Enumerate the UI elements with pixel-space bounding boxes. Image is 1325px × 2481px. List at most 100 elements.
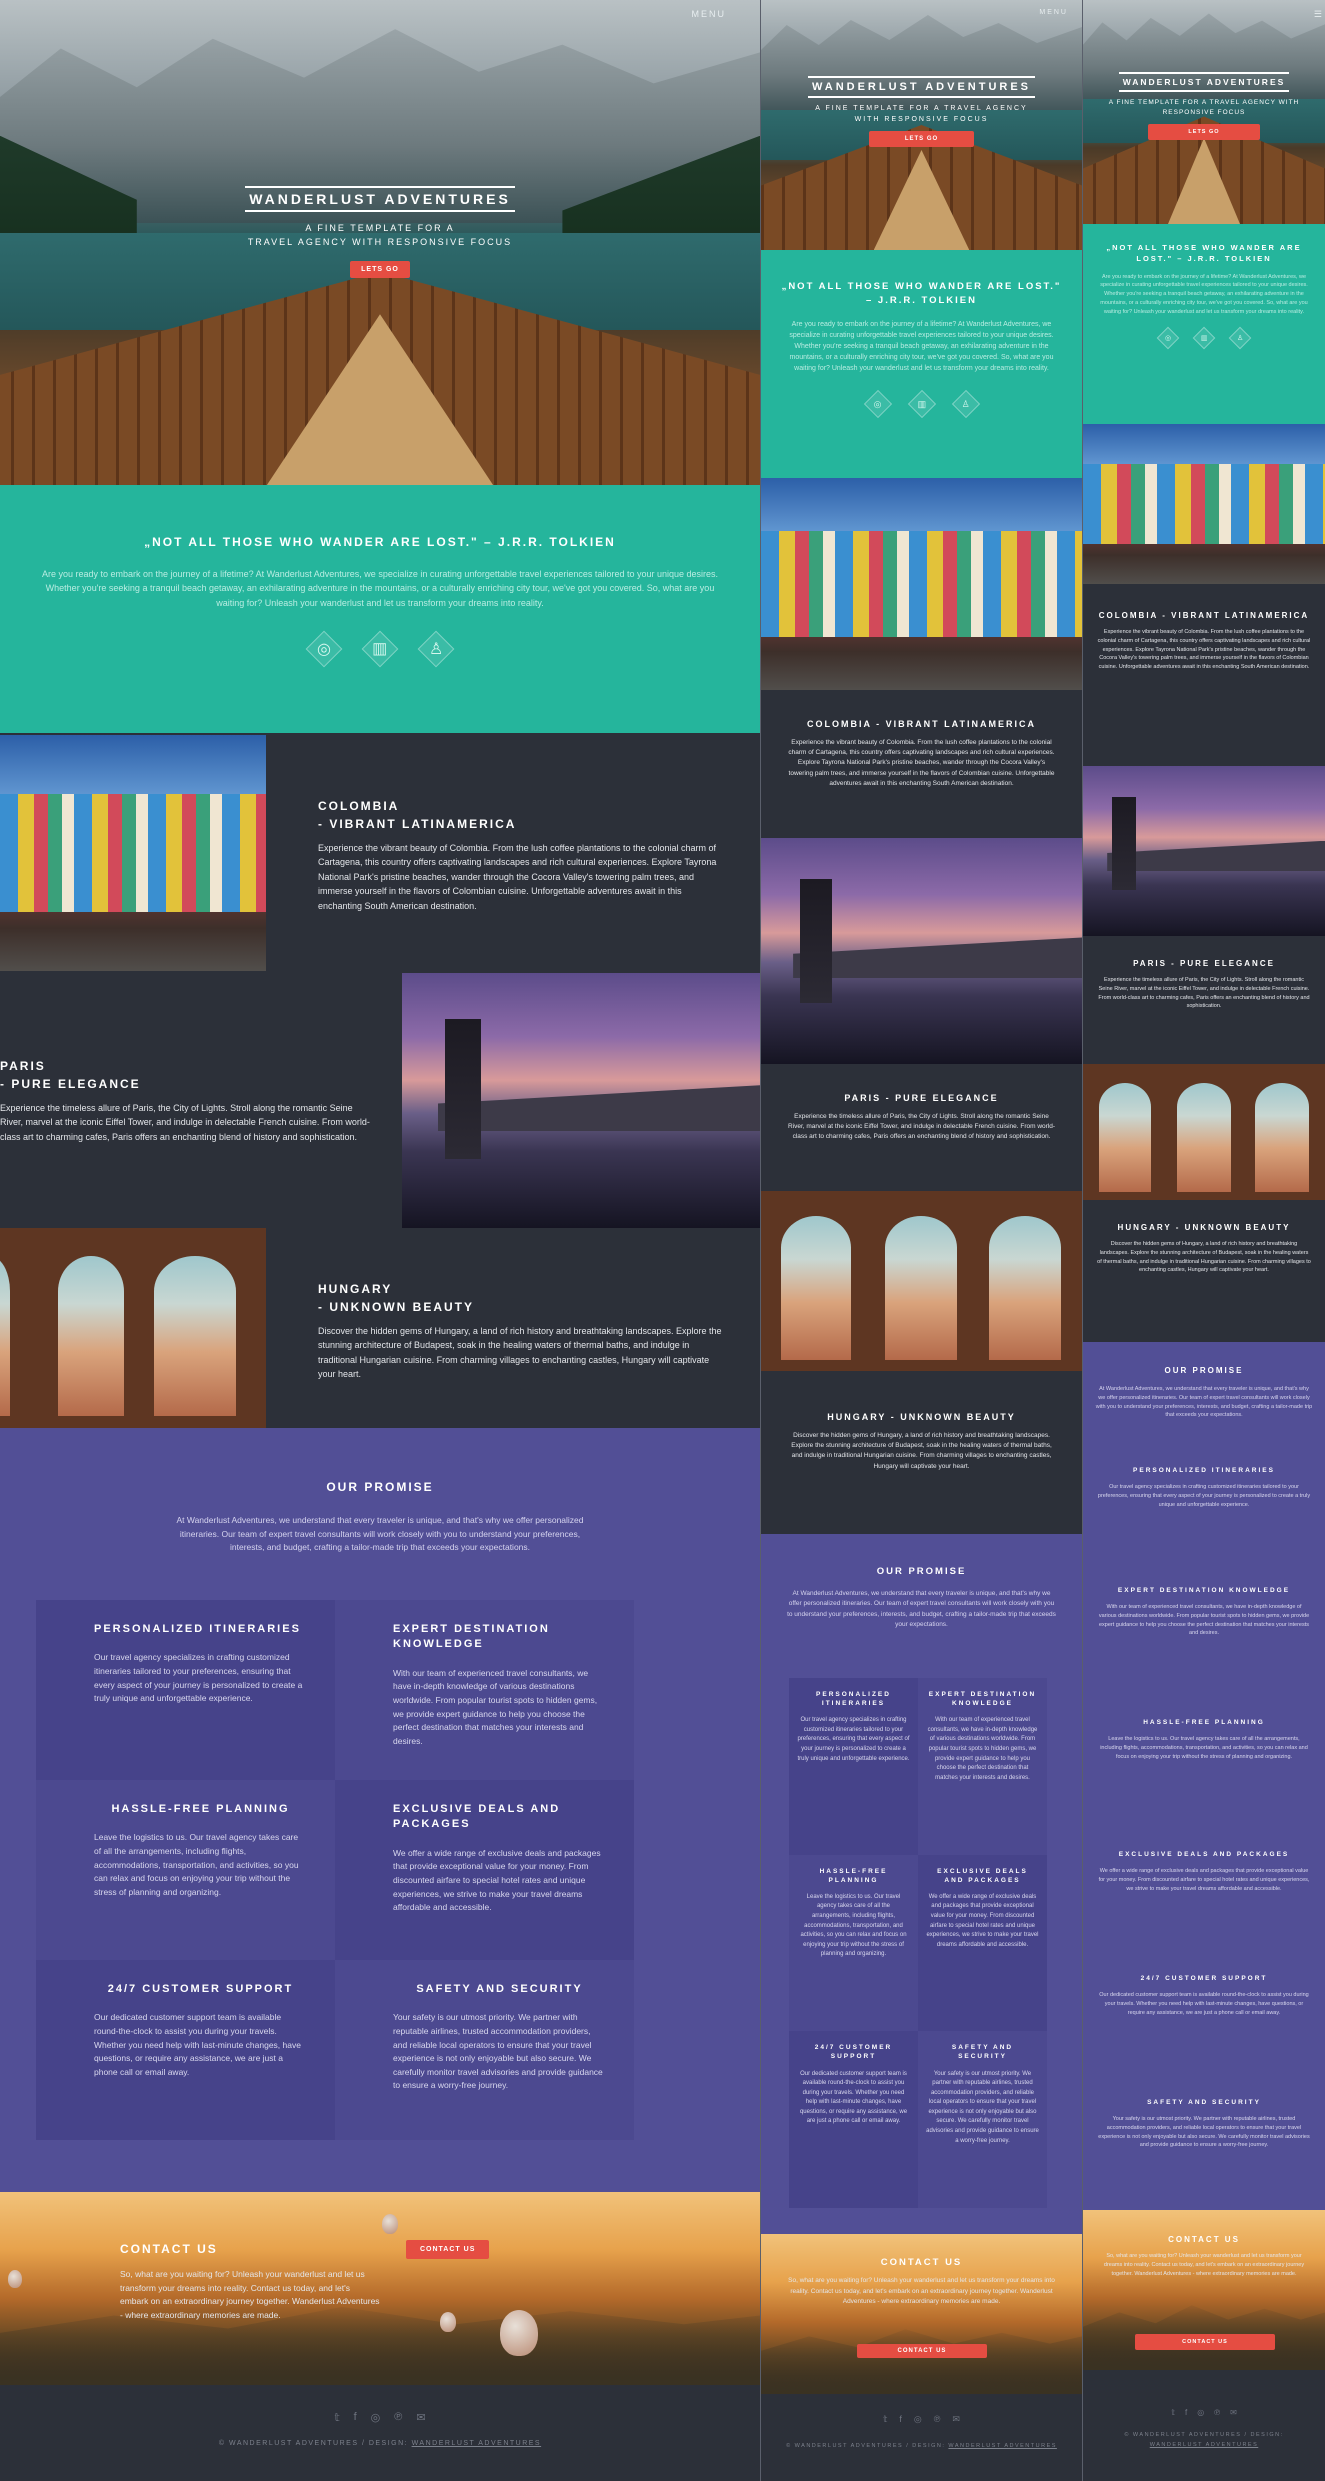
lets-go-button[interactable]: LETS GO [350, 261, 410, 278]
paris-image [402, 973, 760, 1228]
feature-text: We offer a wide range of exclusive deals… [926, 1893, 1039, 1948]
credit-link[interactable]: WANDERLUST ADVENTURES [948, 2443, 1057, 2449]
twitter-icon[interactable]: 𝕥 [883, 2414, 887, 2425]
feature-card: HASSLE-FREE PLANNING Leave the logistics … [36, 1780, 335, 1960]
pinterest-icon[interactable]: ℗ [1214, 2408, 1220, 2417]
promise-section: OUR PROMISE At Wanderlust Adventures, we… [761, 1534, 1082, 2234]
pinterest-icon[interactable]: ℗ [934, 2414, 941, 2425]
destination-text: Discover the hidden gems of Hungary, a l… [1097, 1241, 1311, 1274]
contact-text: So, what are you waiting for? Unleash yo… [120, 2269, 380, 2320]
colombia-image [761, 478, 1082, 690]
hamburger-menu-icon[interactable]: ☰ [1314, 9, 1322, 20]
instagram-icon[interactable]: ◎ [371, 2411, 381, 2424]
destination-paris: PARIS - PURE ELEGANCE Experience the tim… [0, 973, 760, 1228]
feature-card: EXCLUSIVE DEALS AND PACKAGES We offer a w… [1097, 1850, 1311, 1974]
window-arch [154, 1256, 236, 1416]
credit-link[interactable]: WANDERLUST ADVENTURES [1150, 2442, 1259, 2448]
credit-link[interactable]: WANDERLUST ADVENTURES [412, 2440, 542, 2447]
destination-text: Experience the timeless allure of Paris,… [787, 1112, 1056, 1141]
contact-us-button[interactable]: CONTACT US [1135, 2334, 1275, 2350]
destination-title: PARIS - PURE ELEGANCE [0, 1057, 370, 1093]
copyright-text: © WANDERLUST ADVENTURES / DESIGN: [786, 2443, 946, 2449]
feature-card: 24/7 CUSTOMER SUPPORT Our dedicated custo… [36, 1960, 335, 2140]
balloon-image [382, 2214, 398, 2234]
lets-go-button[interactable]: LETS GO [1148, 123, 1260, 140]
feature-text: Our travel agency specializes in craftin… [1097, 1484, 1311, 1508]
traveler-icon: ♙ [1228, 327, 1252, 350]
feature-text: With our team of experienced travel cons… [393, 1667, 598, 1746]
destination-colombia: COLOMBIA - VIBRANT LATINAMERICA Experien… [1083, 424, 1325, 766]
map-icon: ▥ [907, 390, 936, 419]
colombia-image [0, 735, 266, 971]
feature-card: PERSONALIZED ITINERARIES Our travel agenc… [1097, 1466, 1311, 1586]
window-arch [58, 1256, 124, 1416]
menu-button[interactable]: MENU [1039, 9, 1068, 16]
facebook-icon[interactable]: f [1185, 2408, 1187, 2417]
copyright-text: © WANDERLUST ADVENTURES / DESIGN: [1124, 2432, 1284, 2438]
lets-go-button[interactable]: LETS GO [868, 131, 975, 147]
destination-hungary: HUNGARY - UNKNOWN BEAUTY Discover the hi… [761, 1191, 1082, 1534]
twitter-icon[interactable]: 𝕥 [334, 2411, 339, 2424]
feature-text: Our travel agency specializes in craftin… [797, 1717, 910, 1762]
window-arch [989, 1216, 1061, 1361]
feature-title: HASSLE-FREE PLANNING [1143, 1719, 1265, 1726]
destination-title: COLOMBIA - VIBRANT LATINAMERICA [1098, 611, 1310, 620]
email-icon[interactable]: ✉ [416, 2411, 425, 2424]
feature-card: EXCLUSIVE DEALS AND PACKAGES We offer a w… [918, 1854, 1047, 2032]
promise-title: OUR PROMISE [1164, 1366, 1244, 1375]
feature-title: SAFETY AND SECURITY [951, 2044, 1014, 2061]
feature-card: EXCLUSIVE DEALS AND PACKAGES We offer a w… [335, 1780, 634, 1960]
feature-title: PERSONALIZED ITINERARIES [1133, 1467, 1275, 1474]
twitter-icon[interactable]: 𝕥 [1171, 2408, 1175, 2417]
feature-card: PERSONALIZED ITINERARIES Our travel agenc… [789, 1678, 918, 1855]
promise-section: OUR PROMISE At Wanderlust Adventures, we… [1083, 1342, 1325, 2210]
hero-title: WANDERLUST ADVENTURES [1118, 72, 1290, 92]
feature-title: SAFETY AND SECURITY [416, 1983, 583, 1995]
hero-subtitle: A FINE TEMPLATE FOR A TRAVEL AGENCY WITH… [815, 105, 1028, 123]
facebook-icon[interactable]: f [899, 2414, 902, 2425]
promise-text: At Wanderlust Adventures, we understand … [1095, 1386, 1313, 1419]
intro-section: „NOT ALL THOSE WHO WANDER ARE LOST." – J… [1083, 224, 1325, 424]
email-icon[interactable]: ✉ [952, 2414, 960, 2425]
feature-text: Your safety is our utmost priority. We p… [1098, 2116, 1310, 2149]
feature-card: PERSONALIZED ITINERARIES Our travel agenc… [36, 1600, 335, 1780]
feature-card: SAFETY AND SECURITY Your safety is our ut… [335, 1960, 634, 2140]
feature-title: EXCLUSIVE DEALS AND PACKAGES [1118, 1851, 1290, 1858]
feature-text: With our team of experienced travel cons… [1098, 1604, 1310, 1637]
intro-quote: „NOT ALL THOSE WHO WANDER ARE LOST." – J… [1106, 243, 1302, 264]
mobile-view: ☰ WANDERLUST ADVENTURES A FINE TEMPLATE … [1083, 0, 1325, 2481]
hero-subtitle: A FINE TEMPLATE FOR A TRAVEL AGENCY WITH… [0, 222, 760, 249]
window-arch [1255, 1083, 1309, 1192]
map-icon: ▥ [361, 630, 399, 668]
pinterest-icon[interactable]: ℗ [394, 2411, 402, 2424]
feature-card: HASSLE-FREE PLANNING Leave the logistics … [1097, 1718, 1311, 1850]
feature-title: EXPERT DESTINATION KNOWLEDGE [393, 1623, 550, 1651]
destination-paris: PARIS - PURE ELEGANCE Experience the tim… [1083, 766, 1325, 1064]
footer: 𝕥 f ◎ ℗ ✉ © WANDERLUST ADVENTURES / DESIGN: … [0, 2385, 760, 2481]
instagram-icon[interactable]: ◎ [1197, 2408, 1204, 2417]
feature-card: EXPERT DESTINATION KNOWLEDGE With our tea… [1097, 1586, 1311, 1718]
destination-title-line: - VIBRANT LATINAMERICA [318, 817, 517, 831]
window-arch [1099, 1083, 1151, 1192]
menu-button[interactable]: MENU [692, 9, 727, 19]
promise-text: At Wanderlust Adventures, we understand … [176, 1515, 584, 1553]
destination-hungary: HUNGARY - UNKNOWN BEAUTY Discover the hi… [1083, 1064, 1325, 1342]
instagram-icon[interactable]: ◎ [914, 2414, 922, 2425]
features-grid: PERSONALIZED ITINERARIES Our travel agenc… [789, 1678, 1047, 2208]
hero-section: MENU WANDERLUST ADVENTURES A FINE TEMPLA… [0, 0, 760, 485]
facebook-icon[interactable]: f [354, 2411, 357, 2424]
feature-title: HASSLE-FREE PLANNING [111, 1803, 290, 1815]
contact-us-button[interactable]: CONTACT US [857, 2344, 987, 2358]
contact-us-button[interactable]: CONTACT US [406, 2240, 490, 2259]
hero-section: ☰ WANDERLUST ADVENTURES A FINE TEMPLATE … [1083, 0, 1325, 224]
email-icon[interactable]: ✉ [1230, 2408, 1237, 2417]
destination-paris: PARIS - PURE ELEGANCE Experience the tim… [761, 838, 1082, 1191]
destination-hungary: HUNGARY - UNKNOWN BEAUTY Discover the hi… [0, 1228, 760, 1428]
intro-quote: „NOT ALL THOSE WHO WANDER ARE LOST." – J… [144, 535, 616, 549]
feature-text: Our travel agency specializes in craftin… [94, 1652, 303, 1704]
copyright: © WANDERLUST ADVENTURES / DESIGN: WANDER… [761, 2443, 1082, 2449]
intro-text: Are you ready to embark on the journey o… [789, 320, 1054, 373]
feature-title: PERSONALIZED ITINERARIES [816, 1691, 891, 1708]
feature-title: SAFETY AND SECURITY [1147, 2099, 1261, 2106]
features-grid: PERSONALIZED ITINERARIES Our travel agenc… [36, 1600, 634, 2140]
